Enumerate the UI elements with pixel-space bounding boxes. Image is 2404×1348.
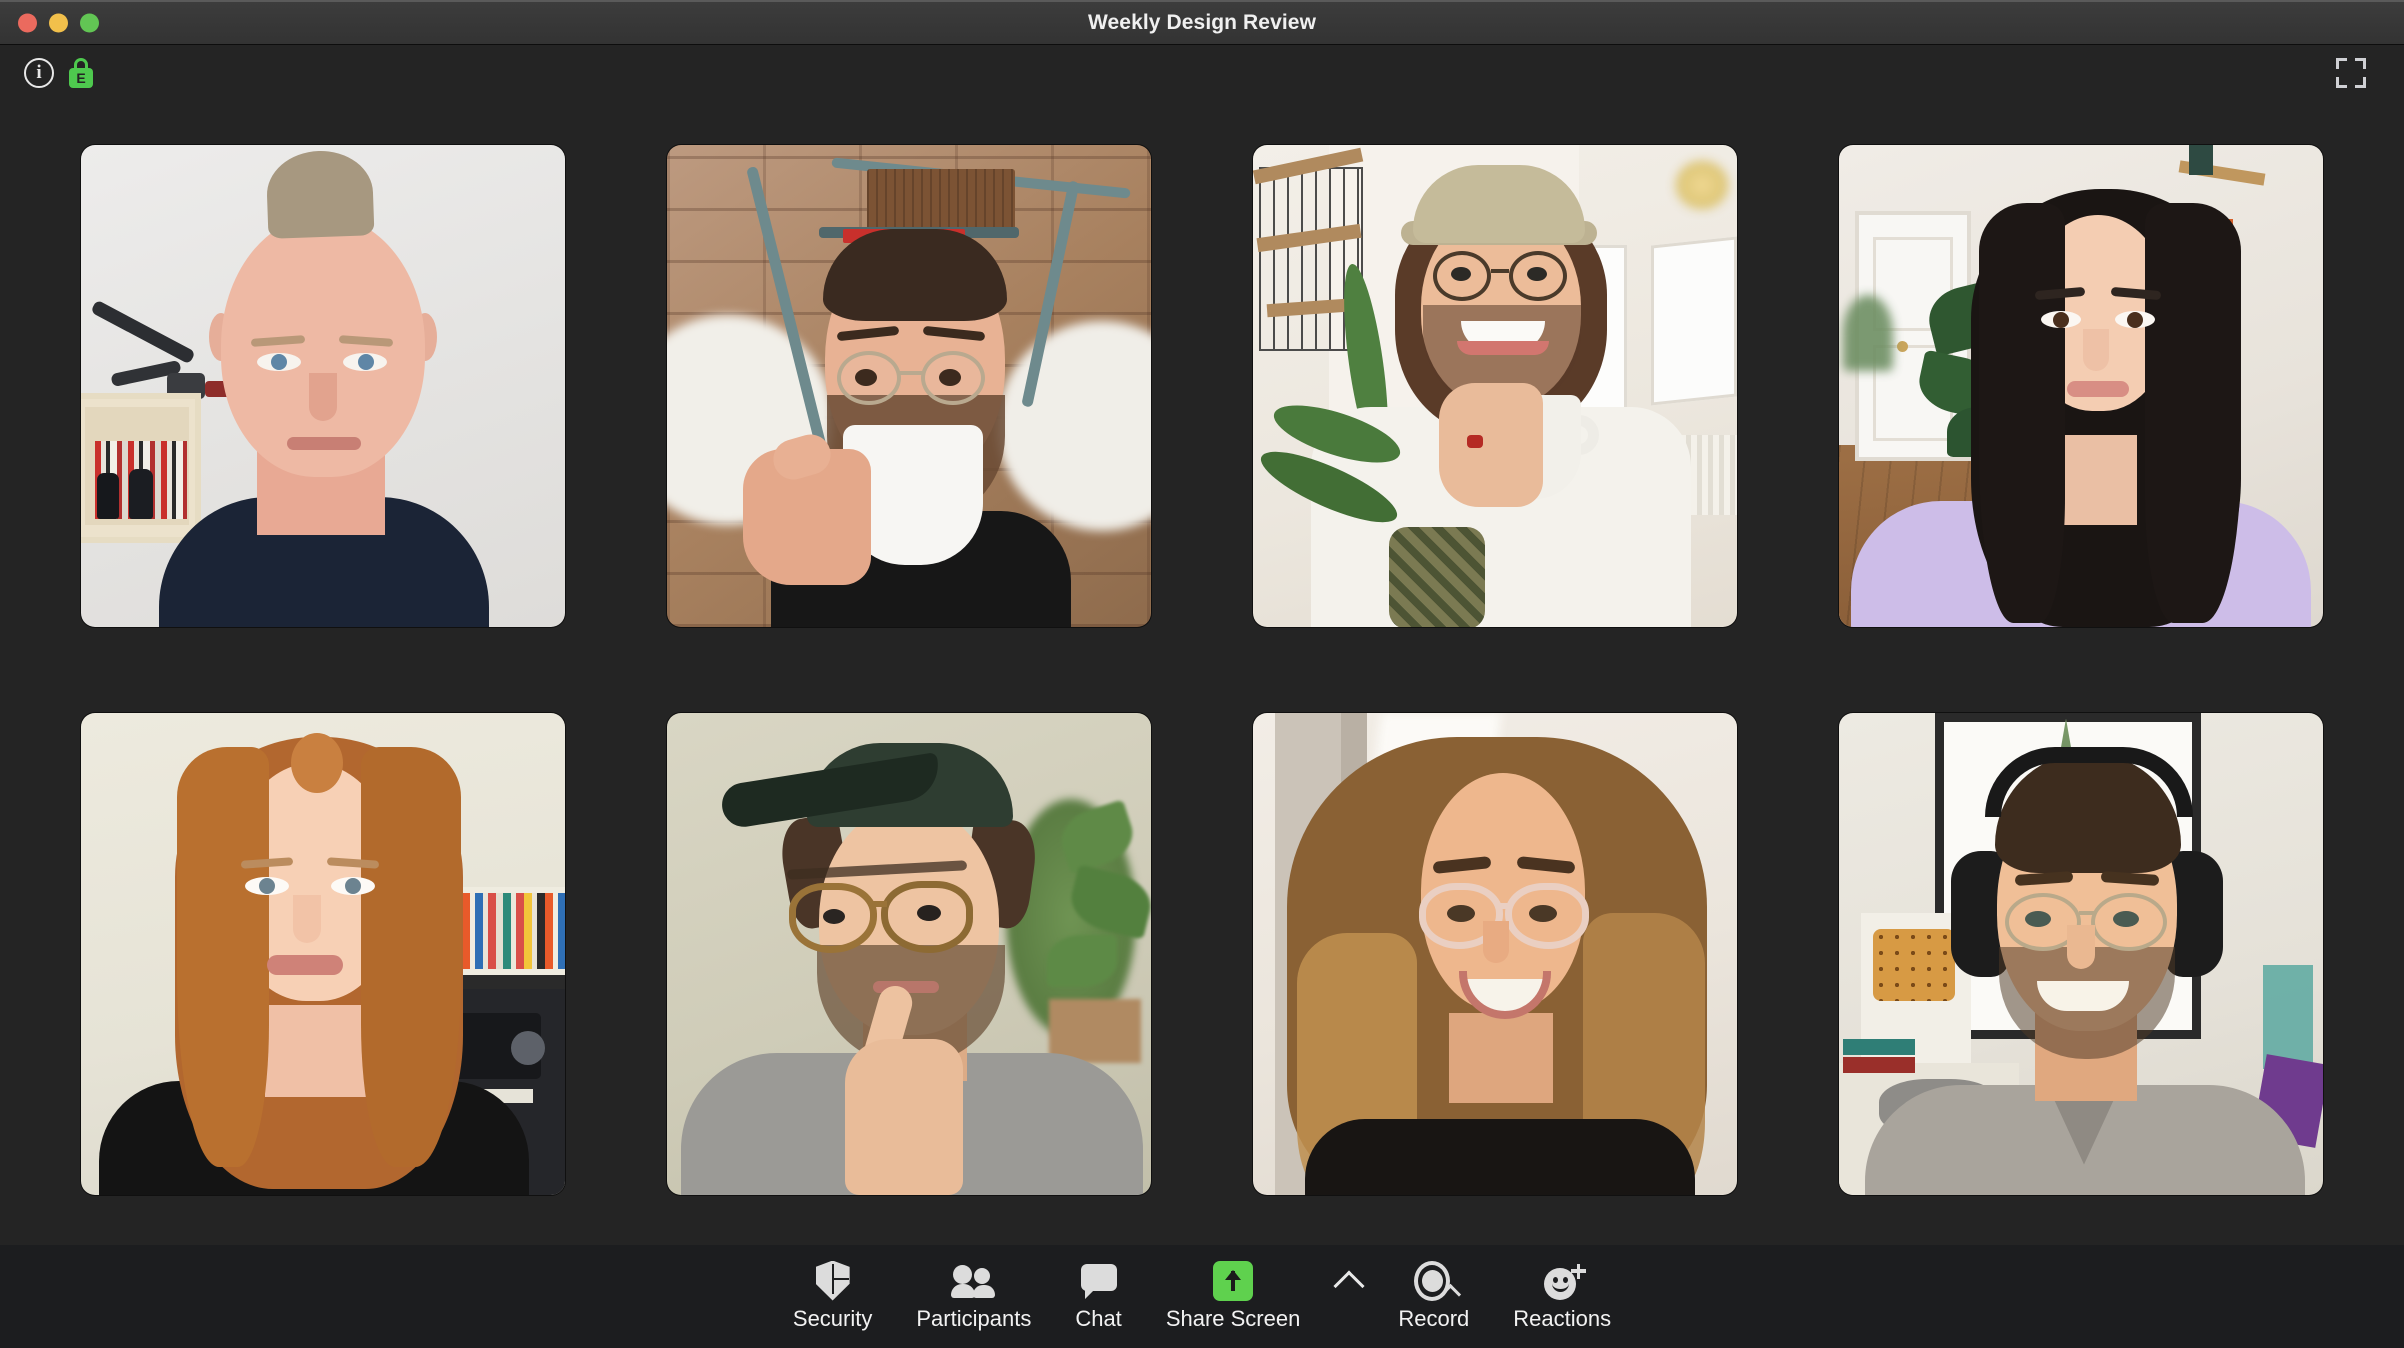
video-feed — [1253, 712, 1737, 1195]
participant-tile[interactable] — [1839, 712, 2323, 1195]
participant-gallery — [0, 100, 2404, 1245]
share-screen-button[interactable]: Share Screen — [1144, 1260, 1323, 1333]
view-controls — [2336, 57, 2366, 88]
meeting-controls-toolbar: Security Participants Chat Share Screen — [0, 1245, 2404, 1348]
chevron-up-icon — [1333, 1269, 1365, 1302]
fullscreen-corner-bl — [2336, 76, 2347, 88]
participant-tile[interactable] — [1839, 144, 2323, 627]
video-feed — [667, 712, 1151, 1195]
participant-tile[interactable] — [1253, 144, 1737, 627]
video-feed — [81, 712, 565, 1195]
participants-button[interactable]: Participants — [894, 1261, 1053, 1333]
chat-button[interactable]: Chat — [1053, 1261, 1143, 1333]
reactions-label: Reactions — [1513, 1305, 1612, 1331]
info-icon[interactable]: i — [24, 57, 54, 88]
maximize-window-button[interactable] — [80, 13, 99, 33]
window-title: Weekly Design Review — [1087, 11, 1317, 34]
share-screen-label: Share Screen — [1165, 1305, 1301, 1331]
reactions-button[interactable]: Reactions — [1491, 1261, 1633, 1333]
people-icon — [950, 1261, 997, 1301]
participant-tile[interactable] — [667, 712, 1151, 1195]
lock-body: E — [69, 67, 93, 88]
participant-tile[interactable] — [81, 144, 565, 627]
chat-bubble-icon — [1080, 1261, 1117, 1301]
window-titlebar: Weekly Design Review — [0, 0, 2404, 45]
traffic-light-buttons — [18, 13, 99, 33]
fullscreen-corner-tr — [2355, 57, 2366, 69]
video-feed — [667, 144, 1151, 627]
lock-icon[interactable]: E — [68, 57, 94, 88]
minimize-window-button[interactable] — [49, 13, 68, 33]
video-feed — [1839, 712, 2323, 1195]
shield-icon — [815, 1260, 850, 1301]
fullscreen-corner-br — [2355, 76, 2366, 88]
participant-tile[interactable] — [667, 144, 1151, 627]
zoom-meeting-window: Weekly Design Review i E Security Partic… — [0, 0, 2404, 1348]
participant-tile[interactable] — [81, 712, 565, 1195]
video-feed — [81, 144, 565, 627]
close-window-button[interactable] — [18, 13, 37, 33]
record-button[interactable]: Record — [1376, 1260, 1491, 1333]
fullscreen-corner-tl — [2336, 57, 2347, 69]
smiley-plus-icon — [1542, 1261, 1587, 1301]
record-label: Record — [1398, 1305, 1470, 1331]
share-screen-up-arrow-icon — [1213, 1260, 1254, 1301]
share-screen-options-button[interactable] — [1322, 1261, 1376, 1333]
fullscreen-icon[interactable] — [2336, 57, 2366, 88]
participant-tile[interactable] — [1253, 712, 1737, 1195]
record-circle-icon — [1413, 1260, 1461, 1305]
video-feed — [1253, 144, 1737, 627]
chat-label: Chat — [1075, 1305, 1122, 1331]
meeting-info-bar: i E — [0, 45, 2404, 100]
participants-label: Participants — [916, 1305, 1032, 1331]
security-button[interactable]: Security — [771, 1260, 894, 1333]
security-label: Security — [792, 1305, 873, 1331]
video-feed — [1839, 144, 2323, 627]
meeting-info-group: i E — [24, 57, 94, 88]
